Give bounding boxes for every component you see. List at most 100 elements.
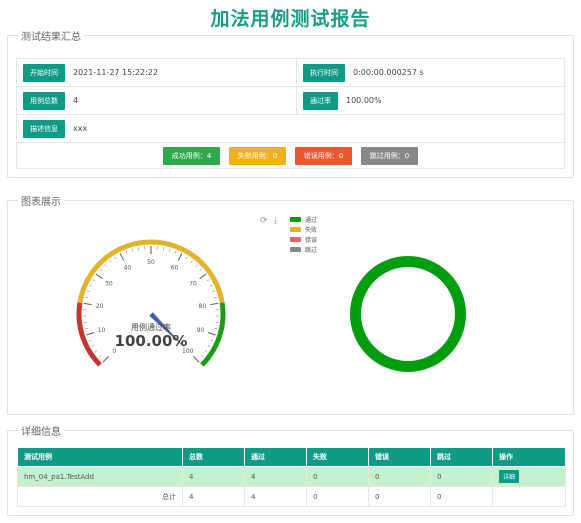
gauge-tick-label: 90 xyxy=(197,327,205,334)
total-fail: 0 xyxy=(306,486,369,507)
gauge-tick xyxy=(85,296,89,299)
gauge-tick xyxy=(92,279,96,282)
case-skip: 0 xyxy=(430,466,493,487)
total-cases-value: 4 xyxy=(73,95,79,105)
col-header-total: 总数 xyxy=(182,447,245,467)
result-donut-chart xyxy=(350,256,466,372)
case-name: hm_04_pa1.TestAdd xyxy=(17,466,183,487)
total-skip: 0 xyxy=(430,486,493,507)
details-table: 测试用例 总数 通过 失败 错误 跳过 操作 hm_04_pa1.TestAdd… xyxy=(17,447,566,507)
gauge-tick xyxy=(177,253,183,261)
pass-rate-value: 100.00% xyxy=(346,95,382,105)
detail-button[interactable]: 详细 xyxy=(499,470,520,483)
col-header-skip: 跳过 xyxy=(430,447,493,467)
description-label: 描述信息 xyxy=(23,119,65,138)
exec-time-label: 执行时间 xyxy=(303,63,345,82)
col-header-action: 操作 xyxy=(492,447,566,467)
gauge-tick xyxy=(195,264,198,267)
gauge-tick xyxy=(204,350,208,353)
legend-item-pass[interactable]: 通过 xyxy=(290,214,317,224)
gauge-tick xyxy=(114,256,117,260)
summary-legend: 测试结果汇总 xyxy=(21,32,81,43)
total-error: 0 xyxy=(368,486,431,507)
gauge-tick xyxy=(168,248,171,252)
charts-legend: 图表展示 xyxy=(21,197,61,208)
total-row: 总计 4 4 0 0 0 xyxy=(17,486,566,507)
case-total: 4 xyxy=(182,466,245,487)
details-legend: 详细信息 xyxy=(21,427,61,438)
gauge-tick xyxy=(185,256,188,260)
gauge-tick xyxy=(131,248,134,252)
gauge-tick xyxy=(162,247,164,251)
gauge-tick xyxy=(213,296,217,299)
download-icon[interactable]: ⤓ xyxy=(274,216,278,226)
gauge-tick xyxy=(190,260,193,263)
gauge-tick xyxy=(209,284,213,287)
gauge-tick-label: 20 xyxy=(96,303,104,310)
col-header-pass: 通过 xyxy=(244,447,307,467)
gauge-tick-label: 30 xyxy=(105,280,113,287)
gauge-tick-label: 40 xyxy=(124,265,132,272)
legend-item-skip[interactable]: 跳过 xyxy=(290,244,317,254)
gauge-tick xyxy=(94,350,98,353)
legend-swatch xyxy=(290,246,301,252)
gauge-tick xyxy=(207,345,211,347)
chart-toolbox: ⟳ ⤓ xyxy=(260,216,284,226)
col-header-case: 测试用例 xyxy=(17,447,183,467)
case-error: 0 xyxy=(368,466,431,487)
gauge-tick xyxy=(199,273,207,280)
total-pass: 4 xyxy=(244,486,307,507)
refresh-icon[interactable]: ⟳ xyxy=(260,216,268,226)
gauge-tick xyxy=(200,355,204,358)
summary-table: 开始时间 2021-11-27 15:22:22 执行时间 0:00:00.0002… xyxy=(16,58,565,169)
pass-count-badge: 成功用例：4 xyxy=(162,146,221,165)
total-action xyxy=(492,486,566,507)
gauge-tick xyxy=(109,260,112,263)
col-header-error: 错误 xyxy=(368,447,431,467)
pass-rate-gauge: 0102030405060708090100用例通过率100.00% xyxy=(76,239,226,367)
total-cases-label: 用例总数 xyxy=(23,91,65,110)
case-action: 详细 xyxy=(492,466,566,487)
gauge-tick xyxy=(98,355,102,358)
legend-label: 跳过 xyxy=(305,246,318,254)
gauge-tick xyxy=(95,273,103,280)
col-header-fail: 失败 xyxy=(306,447,369,467)
gauge-tick xyxy=(91,345,95,347)
gauge-tick xyxy=(210,302,219,306)
gauge-tick xyxy=(212,290,216,293)
chart-legend: 通过 失败 错误 跳过 xyxy=(290,214,317,254)
gauge-tick-label: 10 xyxy=(98,327,106,334)
fail-count-badge: 失败用例：0 xyxy=(228,146,287,165)
gauge-tick xyxy=(88,339,92,342)
legend-swatch xyxy=(290,216,301,222)
legend-label: 错误 xyxy=(305,236,318,244)
case-pass: 4 xyxy=(244,466,307,487)
legend-label: 通过 xyxy=(305,216,318,224)
legend-label: 失败 xyxy=(305,226,318,234)
gauge-tick xyxy=(214,327,218,330)
legend-item-fail[interactable]: 失败 xyxy=(290,224,317,234)
pass-rate-label: 通过率 xyxy=(303,91,338,110)
gauge-tick xyxy=(207,332,216,336)
exec-time-value: 0:00:00.000257 s xyxy=(353,67,424,77)
gauge-tick xyxy=(89,284,93,287)
page-title: 加法用例测试报告 xyxy=(210,8,371,30)
gauge-tick-label: 80 xyxy=(199,303,207,310)
gauge-tick xyxy=(84,327,88,330)
legend-item-error[interactable]: 错误 xyxy=(290,234,317,244)
gauge-tick-label: 60 xyxy=(171,265,179,272)
error-count-badge: 错误用例：0 xyxy=(294,146,353,165)
total-label: 总计 xyxy=(17,486,183,507)
gauge-tick xyxy=(104,264,107,267)
start-time-value: 2021-11-27 15:22:22 xyxy=(73,67,158,77)
start-time-label: 开始时间 xyxy=(23,63,65,82)
gauge-tick xyxy=(199,268,203,272)
gauge-tick xyxy=(193,356,200,363)
gauge-tick xyxy=(83,302,92,306)
gauge-tick xyxy=(206,279,210,282)
result-badges: 成功用例：4 失败用例：0 错误用例：0 跳过用例：0 xyxy=(16,142,565,169)
gauge-tick xyxy=(125,250,128,254)
gauge-tick xyxy=(86,290,90,293)
donut-slice xyxy=(350,256,466,372)
gauge-tick-label: 70 xyxy=(189,280,197,287)
